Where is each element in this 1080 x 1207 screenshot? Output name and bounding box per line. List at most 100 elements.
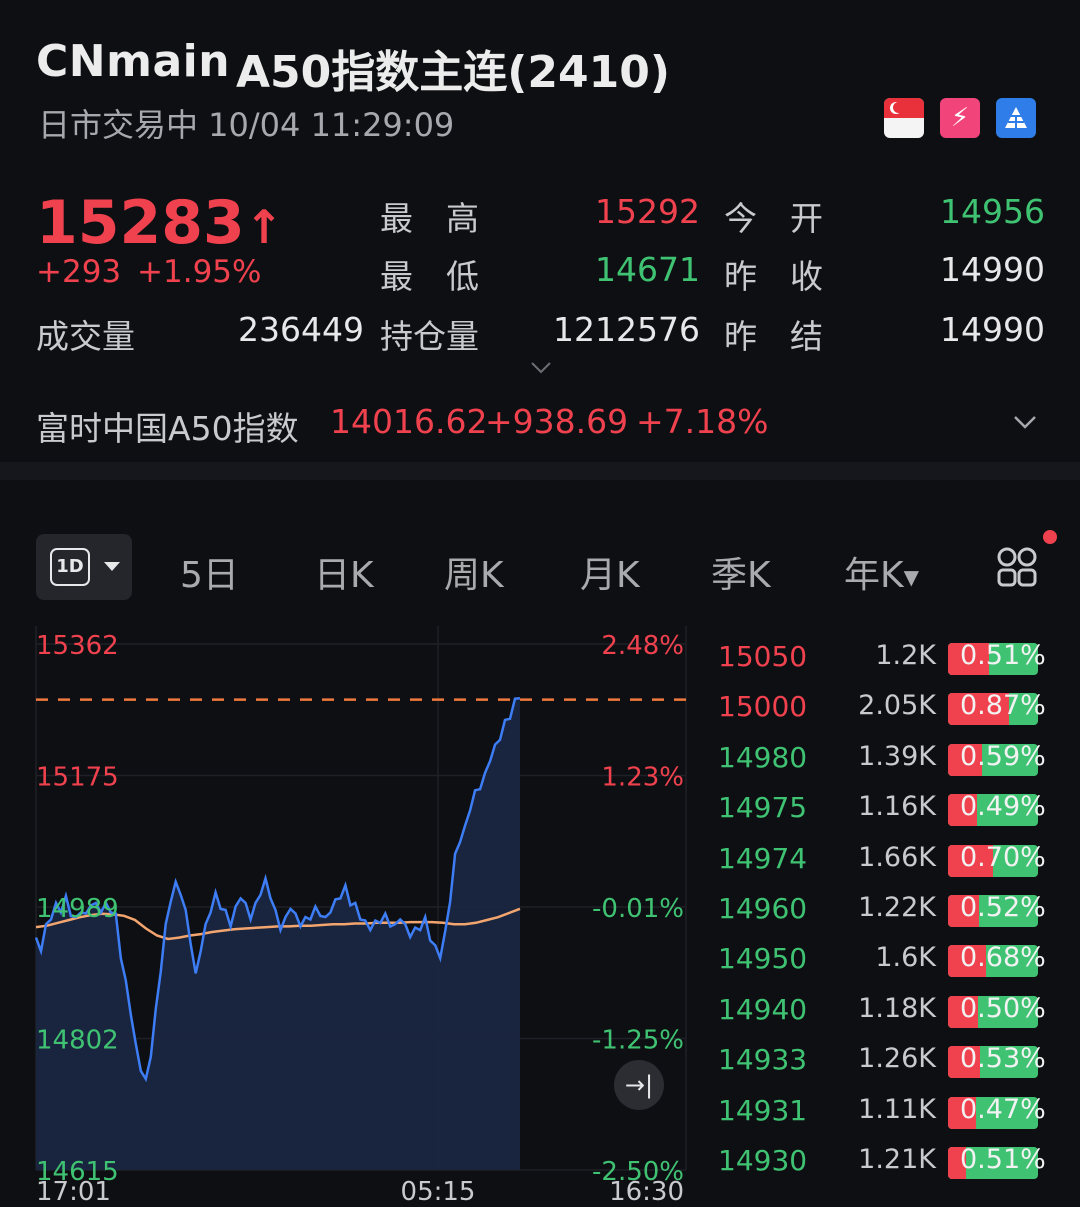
caret-down-icon: ▼ [903, 565, 919, 589]
orderbook-percent: 0.53% [960, 1043, 1046, 1075]
y-left-tick: 14802 [36, 1026, 119, 1056]
orderbook-percent: 0.70% [960, 841, 1046, 873]
more-grid-icon[interactable] [996, 546, 1038, 588]
period-selector[interactable]: 1D [36, 534, 132, 600]
x-tick: 16:30 [609, 1177, 684, 1207]
y-left-tick: 15175 [36, 763, 119, 793]
period-1d-label: 1D [50, 548, 90, 586]
orderbook-percent: 0.50% [960, 992, 1046, 1024]
orderbook-percent: 0.49% [960, 791, 1046, 823]
index-name[interactable]: 富时中国A50指数 [36, 402, 299, 450]
x-tick: 17:01 [36, 1177, 111, 1207]
orderbook-percent: 0.51% [960, 1144, 1046, 1175]
orderbook-row: 14960 1.22K 0.52% [710, 886, 1050, 936]
up-arrow-icon: ↑ [244, 200, 284, 254]
volume-label: 成交量 [36, 317, 135, 356]
orderbook-percent: 0.59% [960, 740, 1046, 772]
oi-label: 持仓量 [380, 317, 479, 356]
index-value: 14016.62 [330, 402, 488, 441]
f2-icon[interactable]: ⚡ [940, 98, 980, 138]
price-change: +293 +1.95% [36, 254, 262, 290]
contract-code: CNmain [36, 36, 231, 87]
tab-monthly-k[interactable]: 月K [580, 546, 640, 598]
high-label: 最 高 [380, 199, 479, 238]
market-icons: ⚡ [884, 98, 1036, 138]
orderbook-price: 14974 [718, 841, 808, 875]
orderbook-row: 14930 1.21K 0.51% [710, 1138, 1050, 1188]
y-right-tick: -1.25% [592, 1026, 684, 1056]
orderbook-percent: 0.51% [960, 640, 1046, 671]
orderbook-row: 14980 1.39K 0.59% [710, 735, 1050, 785]
dropdown-icon [104, 562, 120, 571]
orderbook-volume: 1.6K [875, 942, 936, 974]
high-value: 15292 [595, 192, 700, 231]
orderbook-row: 14940 1.18K 0.50% [710, 987, 1050, 1037]
prev-settle-label: 昨 结 [724, 317, 823, 356]
index-chevron-down-icon[interactable] [1012, 404, 1038, 437]
orderbook-price: 14931 [718, 1093, 808, 1127]
orderbook-price: 14960 [718, 892, 808, 925]
intraday-chart[interactable]: 15362 2.48% 15175 1.23% 14989 -0.01% 14802 -1.2… [0, 620, 700, 1207]
orderbook-price: 14975 [718, 791, 808, 825]
orderbook-volume: 1.2K [875, 640, 936, 671]
orderbook-percent: 0.52% [960, 892, 1046, 923]
orderbook-price: 15050 [718, 640, 808, 673]
tab-daily-k[interactable]: 日K [314, 546, 374, 598]
orderbook-volume: 1.26K [858, 1043, 936, 1075]
low-value: 14671 [595, 250, 700, 289]
orderbook-percent: 0.87% [960, 690, 1046, 722]
orderbook-volume: 1.21K [858, 1144, 936, 1175]
orderbook-percent: 0.68% [960, 942, 1046, 974]
y-right-tick: 2.48% [601, 631, 684, 661]
open-label: 今 开 [724, 199, 823, 238]
expand-chevron-icon[interactable] [530, 356, 552, 381]
orderbook-volume: 1.18K [858, 992, 936, 1024]
orderbook-price: 15000 [718, 690, 808, 724]
index-change-pct: +7.18% [636, 402, 769, 441]
trading-status: 日市交易中 10/04 11:29:09 [38, 106, 455, 144]
orderbook-volume: 1.16K [858, 791, 936, 823]
orderbook-price: 14950 [718, 942, 808, 976]
y-right-tick: 1.23% [601, 763, 684, 793]
orderbook-price: 14940 [718, 992, 808, 1026]
orderbook-price: 14930 [718, 1144, 808, 1177]
open-value: 14956 [940, 192, 1045, 231]
y-right-tick: -0.01% [592, 894, 684, 924]
orderbook-row: 14933 1.26K 0.53% [710, 1037, 1050, 1087]
oi-value: 1212576 [553, 310, 700, 349]
prev-settle-value: 14990 [940, 310, 1045, 349]
prev-close-label: 昨 收 [724, 257, 823, 296]
orderbook-row: 14974 1.66K 0.70% [710, 836, 1050, 886]
orderbook-volume: 1.39K [858, 740, 936, 772]
section-divider [0, 462, 1080, 480]
contract-name: A50指数主连(2410) [236, 47, 670, 98]
volume-value: 236449 [238, 310, 364, 349]
orderbook-row: 14950 1.6K 0.68% [710, 936, 1050, 986]
last-price: 15283↑ [36, 188, 284, 258]
x-tick: 05:15 [401, 1177, 476, 1207]
tab-5day[interactable]: 5日 [180, 546, 239, 598]
singapore-flag-icon[interactable] [884, 98, 924, 138]
orderbook-percent: 0.47% [960, 1093, 1046, 1125]
orderbook-row: 14975 1.16K 0.49% [710, 785, 1050, 835]
y-left-tick: 15362 [36, 631, 119, 661]
orderbook-volume: 1.66K [858, 841, 936, 873]
tab-yearly-k[interactable]: 年K▼ [844, 546, 919, 598]
orderbook-row: 15000 2.05K 0.87% [710, 684, 1050, 734]
orderbook-row: 15050 1.2K 0.51% [710, 634, 1050, 684]
index-change: +938.69 [485, 402, 629, 441]
orderbook-price: 14980 [718, 740, 808, 774]
prev-close-value: 14990 [940, 250, 1045, 289]
orderbook-volume: 1.22K [858, 892, 936, 923]
orderbook-volume: 2.05K [858, 690, 936, 722]
orderbook-price: 14933 [718, 1043, 808, 1077]
pyramid-icon[interactable] [996, 98, 1036, 138]
tab-weekly-k[interactable]: 周K [444, 546, 504, 598]
jump-to-latest-icon[interactable]: →| [614, 1060, 664, 1110]
tab-quarterly-k[interactable]: 季K [711, 546, 771, 598]
y-left-tick: 14989 [36, 894, 119, 924]
low-label: 最 低 [380, 257, 479, 296]
notification-dot [1043, 530, 1057, 544]
orderbook-row: 14931 1.11K 0.47% [710, 1088, 1050, 1138]
orderbook-volume: 1.11K [858, 1093, 936, 1125]
